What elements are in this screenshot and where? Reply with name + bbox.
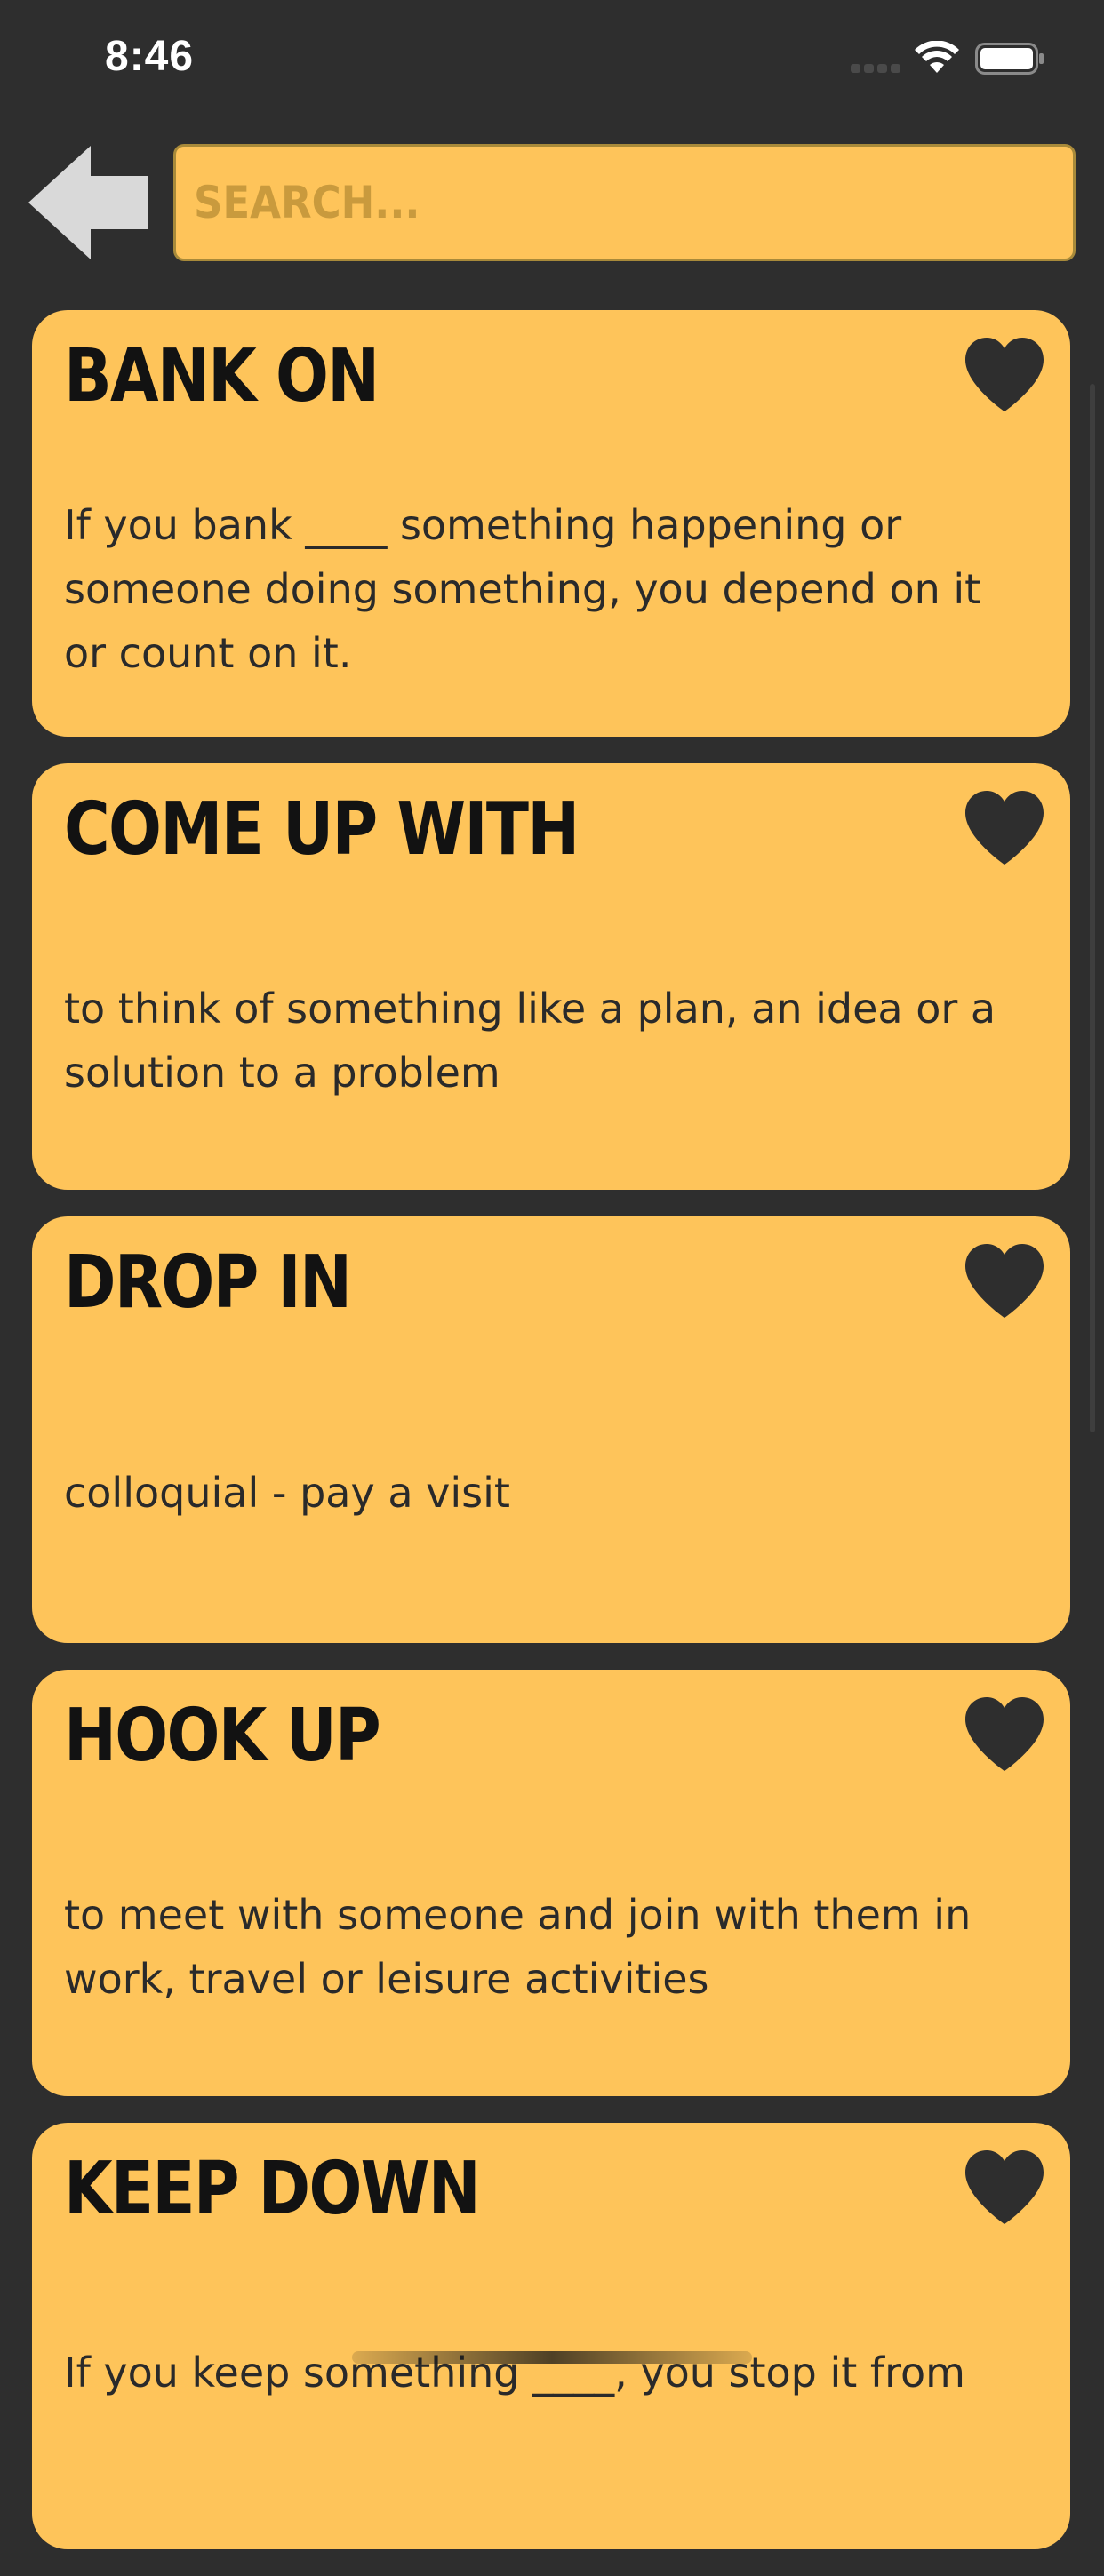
heart-icon[interactable] (964, 2149, 1045, 2226)
home-indicator[interactable] (352, 2351, 752, 2364)
card-title: COME UP WITH (64, 787, 580, 872)
heart-icon[interactable] (964, 790, 1045, 866)
heart-icon[interactable] (964, 1696, 1045, 1773)
card-description: If you bank ____ something happening or … (64, 501, 981, 677)
heart-icon[interactable] (964, 1243, 1045, 1320)
heart-icon[interactable] (964, 337, 1045, 413)
back-button[interactable] (28, 146, 148, 259)
card-title: BANK ON (64, 334, 380, 419)
list-item[interactable]: COME UP WITH to think of something like … (32, 763, 1070, 1190)
card-description: to think of something like a plan, an id… (64, 985, 996, 1097)
search-box[interactable] (173, 144, 1076, 261)
phrasal-verb-list: BANK ON If you bank ____ something happe… (32, 310, 1070, 2576)
battery-icon (975, 43, 1044, 75)
list-item[interactable]: BANK ON If you bank ____ something happe… (32, 310, 1070, 737)
status-time: 8:46 (105, 33, 195, 80)
list-item[interactable]: DROP IN colloquial - pay a visit (32, 1216, 1070, 1643)
card-title: HOOK UP (64, 1694, 381, 1778)
card-description: colloquial - pay a visit (64, 1469, 510, 1517)
card-title: KEEP DOWN (64, 2147, 481, 2231)
wifi-icon (915, 41, 959, 73)
list-item[interactable]: KEEP DOWN If you keep something ____, yo… (32, 2123, 1070, 2549)
card-description: to meet with someone and join with them … (64, 1891, 972, 2003)
list-item[interactable]: HOOK UP to meet with someone and join wi… (32, 1670, 1070, 2096)
scroll-indicator[interactable] (1090, 384, 1095, 1432)
arrow-left-icon (28, 146, 148, 259)
status-bar: 8:46 (0, 0, 1104, 117)
card-title: DROP IN (64, 1240, 352, 1325)
card-description: If you keep something ____, you stop it … (64, 2349, 965, 2397)
search-input[interactable] (176, 147, 1073, 259)
cellular-signal-icon (851, 64, 900, 75)
